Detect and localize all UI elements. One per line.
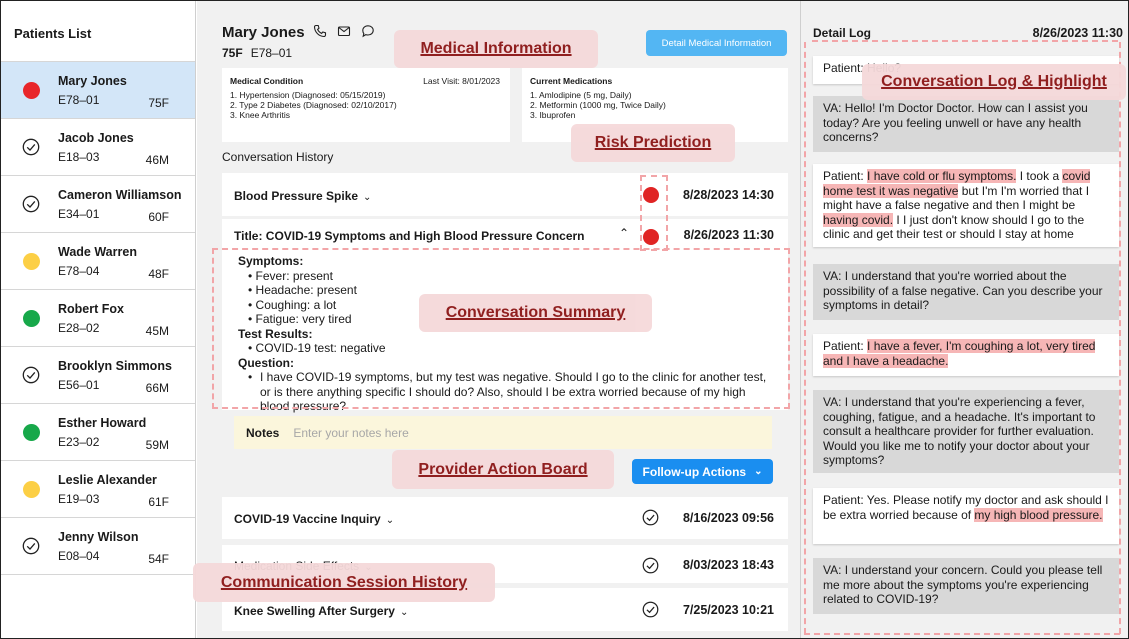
window-frame (0, 0, 1129, 639)
